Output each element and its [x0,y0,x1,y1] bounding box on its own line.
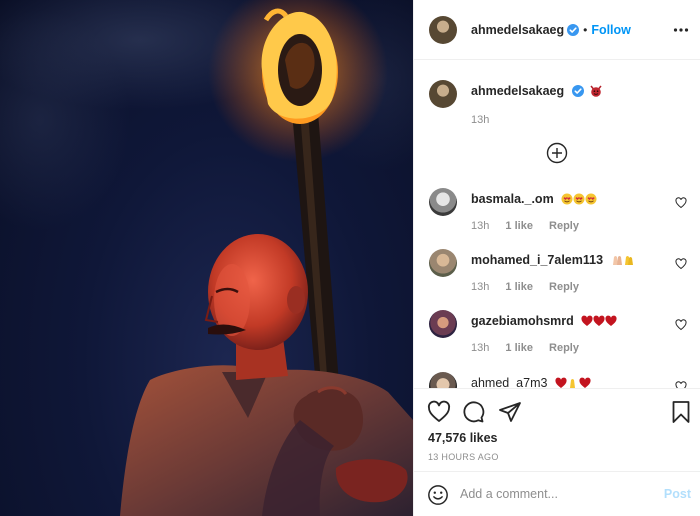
instagram-post: ahmedelsakaeg • Follow ahmedelsakaeg 13h… [0,0,700,516]
post-header: ahmedelsakaeg • Follow [414,0,700,60]
comment-like-heart-icon[interactable] [675,319,687,331]
bookmark-icon[interactable] [669,400,693,424]
comment-avatar[interactable] [429,249,457,277]
caption-body: ahmedelsakaeg 13h [471,80,602,126]
comment-text: gazebiamohsmrd [471,314,617,328]
comment-like-heart-icon[interactable] [675,197,687,209]
comment-likes[interactable]: 1 like [505,342,533,354]
comment-meta: 13h 1 like Reply [471,342,592,354]
caption-username[interactable]: ahmedelsakaeg [471,84,564,98]
comment-item: mohamed_i_7alem113 13h 1 like Reply [429,241,689,299]
separator-dot: • [583,22,588,37]
comment-likes[interactable]: 1 like [505,281,533,293]
comment-item: gazebiamohsmrd 13h 1 like Reply [429,302,689,360]
heart-hand-emoji-icon [555,377,591,388]
comment-meta: 13h 1 like Reply [471,281,592,293]
comment-likes[interactable]: 1 like [505,220,533,232]
caption-time[interactable]: 13h [471,114,602,126]
comment-time[interactable]: 13h [471,342,489,354]
comment-text: ahmed_a7m3 [471,376,591,388]
comment-avatar[interactable] [429,372,457,388]
plus-circle-icon[interactable] [546,142,568,164]
reply-button[interactable]: Reply [549,281,579,293]
comment-like-heart-icon[interactable] [675,381,687,388]
reply-button[interactable]: Reply [549,342,579,354]
comment-username[interactable]: basmala._.om [471,192,554,206]
praying-hands-emoji-icon [612,256,633,265]
comment-text: mohamed_i_7alem113 [471,253,635,267]
caption-avatar[interactable] [429,80,457,108]
comment-username[interactable]: gazebiamohsmrd [471,314,574,328]
comment-meta: 13h 1 like Reply [471,220,592,232]
comment-time[interactable]: 13h [471,281,489,293]
post-caption: ahmedelsakaeg 13h [429,80,602,126]
follow-button[interactable]: Follow [591,23,631,37]
post-actions: 47,576 likes 13 HOURS AGO [414,388,700,471]
verified-badge-icon [571,85,584,97]
comment-time[interactable]: 13h [471,220,489,232]
smiley-icon[interactable] [427,484,449,506]
paper-plane-icon[interactable] [498,400,522,424]
post-side-panel: ahmedelsakaeg • Follow ahmedelsakaeg 13h… [413,0,700,516]
add-comment-bar: Post [414,471,700,516]
comment-avatar[interactable] [429,310,457,338]
comment-item: basmala._.om 13h 1 like Reply [429,180,689,238]
comment-icon[interactable] [461,400,485,424]
comment-input[interactable] [460,482,650,506]
more-options-icon[interactable] [673,22,689,38]
author-username[interactable]: ahmedelsakaeg [471,23,564,37]
heart-icon[interactable] [427,400,451,424]
red-hearts-emoji-icon [581,315,617,326]
comment-text: basmala._.om [471,192,597,206]
post-comment-button[interactable]: Post [664,487,691,501]
verified-badge-icon [567,23,580,36]
photo-illustration [0,0,413,516]
comment-like-heart-icon[interactable] [675,258,687,270]
author-line: ahmedelsakaeg • Follow [471,23,631,37]
comment-username[interactable]: ahmed_a7m3 [471,376,547,388]
post-photo[interactable] [0,0,413,516]
comment-username[interactable]: mohamed_i_7alem113 [471,253,603,267]
like-count[interactable]: 47,576 likes [428,431,498,445]
comment-avatar[interactable] [429,188,457,216]
author-avatar[interactable] [429,15,457,44]
heart-eyes-emoji-icon [561,193,597,205]
comment-item: ahmed_a7m3 [429,364,689,388]
devil-emoji-icon [590,85,602,97]
post-timestamp[interactable]: 13 HOURS AGO [428,452,499,462]
comments-list[interactable]: basmala._.om 13h 1 like Reply mohamed_i_… [414,180,700,388]
reply-button[interactable]: Reply [549,220,579,232]
